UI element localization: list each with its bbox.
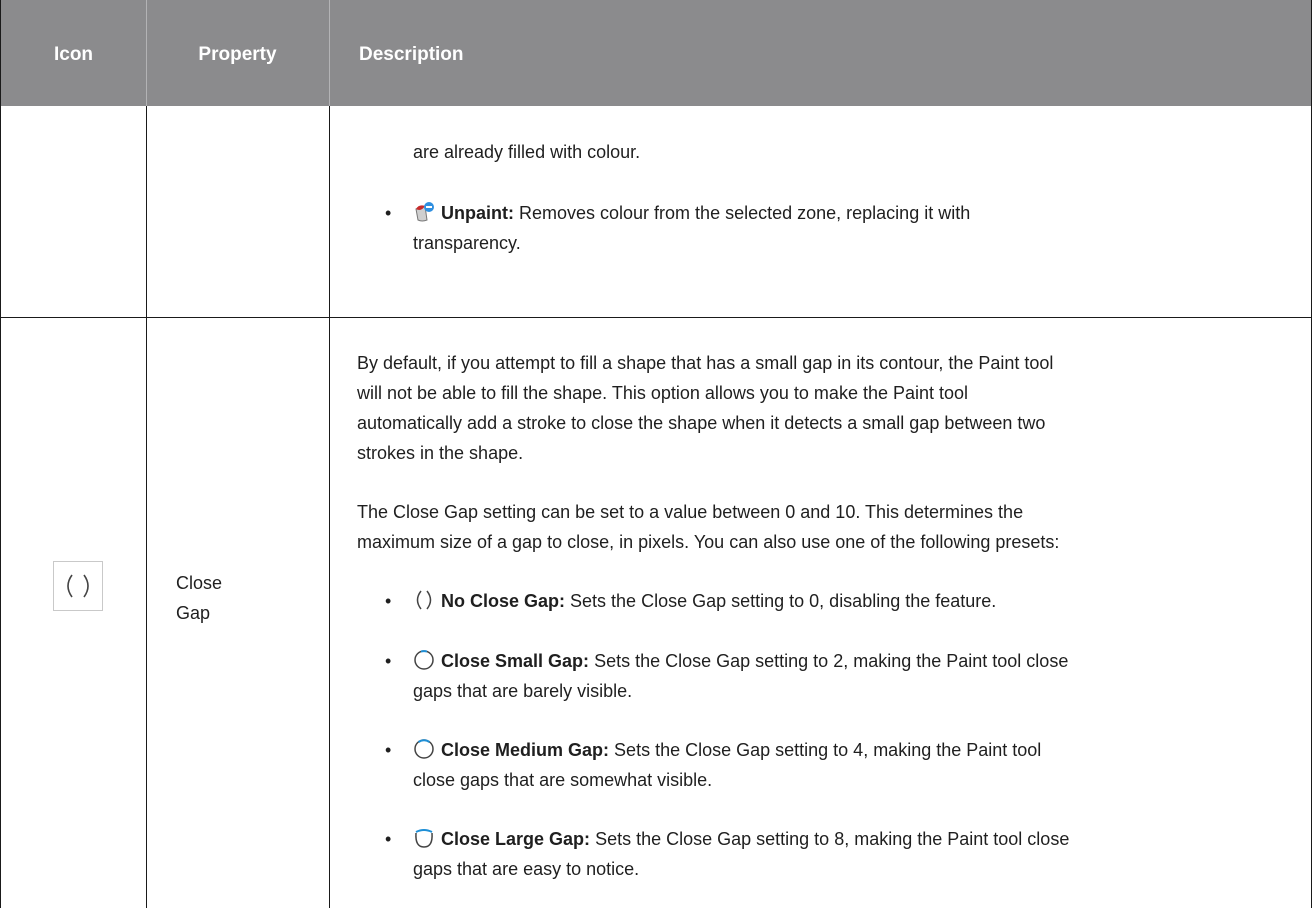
- bullet-dot: •: [385, 651, 392, 671]
- paragraph-line: automatically add a stroke to close the …: [357, 413, 1046, 433]
- continued-text: are already filled with colour.: [413, 142, 641, 162]
- property-table: Icon Property Description are already fi…: [0, 0, 1312, 908]
- column-divider: [146, 106, 147, 908]
- paragraph-line: will not be able to fill the shape. This…: [357, 383, 969, 403]
- paragraph-line: By default, if you attempt to fill a sha…: [357, 353, 1054, 373]
- property-name: Close: [176, 573, 223, 593]
- list-item: Unpaint: Removes colour from the selecte…: [413, 198, 1283, 232]
- paragraph-line: maximum size of a gap to close, in pixel…: [357, 532, 1060, 552]
- preset-label: Close Medium Gap:: [441, 740, 610, 760]
- bullet-dot: •: [385, 591, 392, 611]
- unpaint-desc-cont: transparency.: [413, 233, 521, 253]
- list-item: No Close Gap: Sets the Close Gap setting…: [413, 586, 1293, 620]
- preset-desc: Sets the Close Gap setting to 2, making …: [594, 651, 1069, 671]
- property-name-cont: Gap: [176, 603, 211, 623]
- list-item: Close Large Gap: Sets the Close Gap sett…: [413, 824, 1293, 858]
- preset-desc-cont: gaps that are easy to notice.: [413, 859, 640, 879]
- list-item: Close Small Gap: Sets the Close Gap sett…: [413, 646, 1293, 680]
- bullet-dot: •: [385, 203, 392, 223]
- preset-desc-cont: gaps that are barely visible.: [413, 681, 633, 701]
- bullet-dot: •: [385, 740, 392, 760]
- no-close-gap-icon: [413, 589, 435, 620]
- table-header: Icon Property Description: [1, 0, 1311, 106]
- header-icon: Icon: [53, 44, 94, 65]
- row-divider: [1, 317, 1311, 318]
- unpaint-label: Unpaint:: [441, 203, 514, 223]
- list-item: Close Medium Gap: Sets the Close Gap set…: [413, 735, 1293, 769]
- preset-label: No Close Gap:: [441, 591, 566, 611]
- preset-label: Close Small Gap:: [441, 651, 590, 671]
- preset-desc: Sets the Close Gap setting to 8, making …: [595, 829, 1070, 849]
- preset-label: Close Large Gap:: [441, 829, 591, 849]
- paragraph-line: The Close Gap setting can be set to a va…: [357, 502, 1024, 522]
- header-description: Description: [359, 44, 464, 65]
- header-divider: [146, 0, 147, 106]
- header-property: Property: [198, 44, 277, 65]
- preset-desc-cont: close gaps that are somewhat visible.: [413, 770, 713, 790]
- paragraph-line: strokes in the shape.: [357, 443, 524, 463]
- preset-desc: Sets the Close Gap setting to 4, making …: [614, 740, 1042, 760]
- column-divider: [329, 106, 330, 908]
- unpaint-desc: Removes colour from the selected zone, r…: [519, 203, 971, 223]
- close-gap-icon: [53, 561, 103, 611]
- preset-desc: Sets the Close Gap setting to 0, disabli…: [570, 591, 997, 611]
- header-divider: [329, 0, 330, 106]
- bullet-dot: •: [385, 829, 392, 849]
